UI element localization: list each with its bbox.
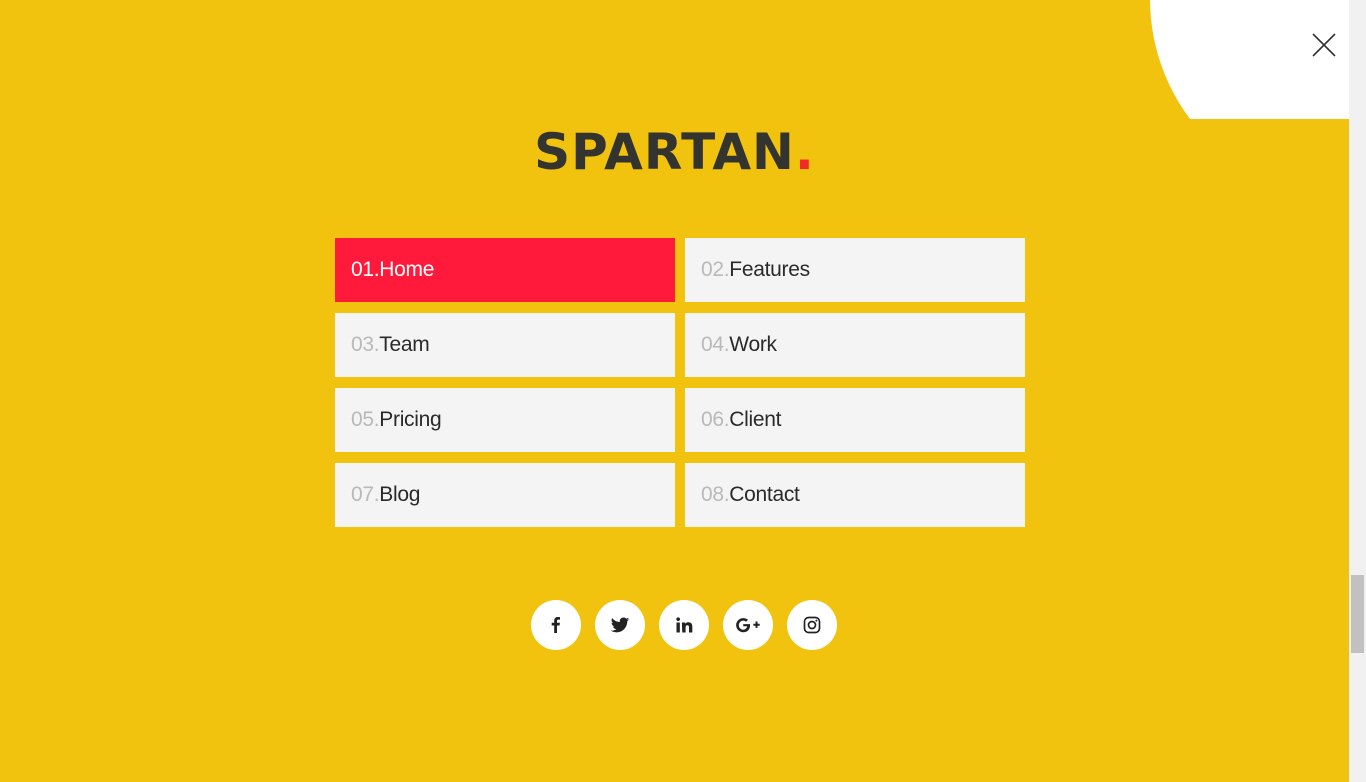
menu-overlay: SPARTAN. 01. Home 02. Features 03. Team 04.… xyxy=(0,0,1350,782)
google-plus-icon xyxy=(736,618,760,633)
main-menu: 01. Home 02. Features 03. Team 04. Work 05. P… xyxy=(335,238,1025,527)
menu-item-label: Work xyxy=(729,333,777,356)
menu-item-label: Home xyxy=(379,258,435,281)
facebook-icon xyxy=(551,617,560,633)
menu-item-label: Client xyxy=(729,408,782,431)
menu-item-number: 06. xyxy=(701,408,730,431)
linkedin-button[interactable] xyxy=(659,600,709,650)
menu-item-label: Contact xyxy=(729,483,800,506)
close-button[interactable] xyxy=(1310,31,1338,59)
facebook-button[interactable] xyxy=(531,600,581,650)
google-plus-button[interactable] xyxy=(723,600,773,650)
menu-item-pricing[interactable]: 05. Pricing xyxy=(335,388,675,452)
scrollbar-thumb[interactable] xyxy=(1351,575,1364,653)
menu-item-number: 02. xyxy=(701,258,730,281)
menu-item-label: Pricing xyxy=(379,408,442,431)
menu-item-client[interactable]: 06. Client xyxy=(685,388,1025,452)
menu-item-number: 01. xyxy=(351,258,380,281)
social-links xyxy=(531,600,837,650)
menu-item-number: 08. xyxy=(701,483,730,506)
menu-item-number: 04. xyxy=(701,333,730,356)
page-scrollbar[interactable] xyxy=(1349,0,1366,782)
menu-item-label: Blog xyxy=(379,483,421,506)
menu-item-contact[interactable]: 08. Contact xyxy=(685,463,1025,527)
menu-item-home[interactable]: 01. Home xyxy=(335,238,675,302)
logo-dot: . xyxy=(794,123,815,181)
close-icon xyxy=(1312,33,1336,57)
menu-item-number: 07. xyxy=(351,483,380,506)
twitter-icon xyxy=(610,617,630,633)
menu-item-blog[interactable]: 07. Blog xyxy=(335,463,675,527)
twitter-button[interactable] xyxy=(595,600,645,650)
logo-text: SPARTAN xyxy=(534,123,795,181)
menu-item-number: 03. xyxy=(351,333,380,356)
instagram-button[interactable] xyxy=(787,600,837,650)
menu-item-number: 05. xyxy=(351,408,380,431)
menu-item-work[interactable]: 04. Work xyxy=(685,313,1025,377)
menu-item-features[interactable]: 02. Features xyxy=(685,238,1025,302)
menu-item-label: Features xyxy=(729,258,810,281)
menu-item-label: Team xyxy=(379,333,430,356)
site-logo[interactable]: SPARTAN. xyxy=(0,122,1349,182)
instagram-icon xyxy=(803,616,821,634)
linkedin-icon xyxy=(676,617,693,633)
menu-item-team[interactable]: 03. Team xyxy=(335,313,675,377)
